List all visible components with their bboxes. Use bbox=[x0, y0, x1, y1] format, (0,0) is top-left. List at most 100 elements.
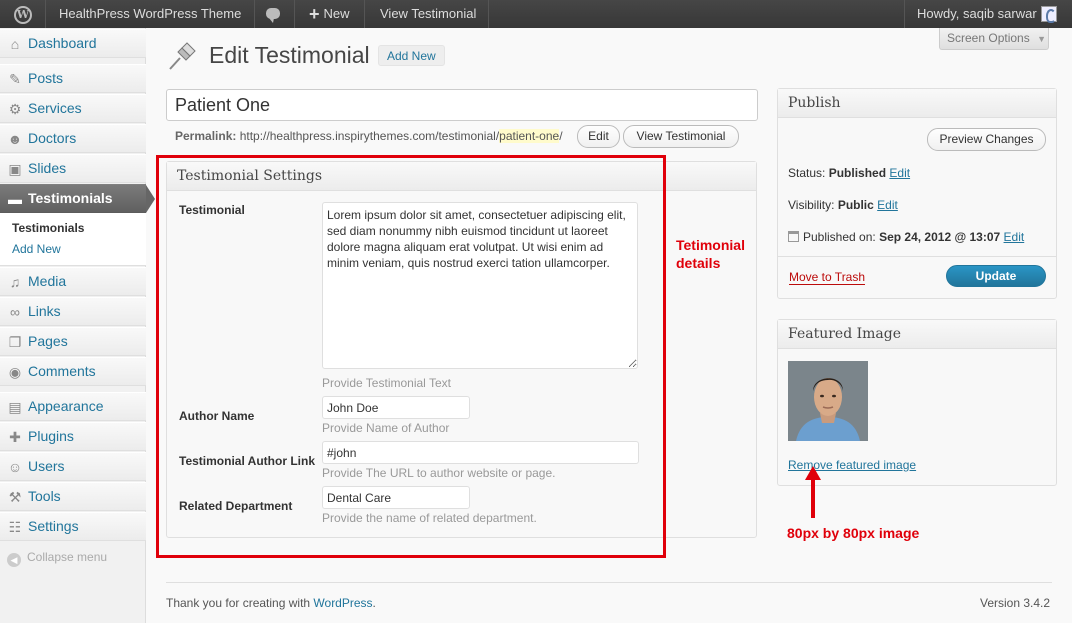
collapse-label: Collapse menu bbox=[27, 550, 108, 564]
comments-icon: ◉ bbox=[8, 364, 22, 380]
comment-bubble-icon bbox=[266, 8, 280, 23]
related-department-input[interactable] bbox=[322, 486, 470, 509]
author-name-hint: Provide Name of Author bbox=[322, 421, 450, 435]
pin-icon: ✎ bbox=[9, 71, 21, 87]
annotation-line-2: details bbox=[676, 255, 721, 271]
publish-box-title: Publish bbox=[778, 89, 1056, 118]
sidebar-item-label: Dashboard bbox=[28, 35, 97, 51]
sidebar-item-label: Posts bbox=[28, 70, 64, 86]
page-icon: ❐ bbox=[8, 334, 22, 350]
collapse-menu-button[interactable]: ◀ Collapse menu bbox=[7, 550, 107, 567]
permalink-end: / bbox=[559, 129, 563, 143]
featured-image-thumbnail[interactable] bbox=[788, 361, 868, 441]
sidebar-item-settings[interactable]: ☷ Settings bbox=[0, 512, 146, 541]
pushpin-icon bbox=[169, 42, 196, 70]
sidebar-item-label: Tools bbox=[28, 488, 61, 504]
edit-date-link[interactable]: Edit bbox=[1004, 230, 1025, 244]
permalink-row: Permalink: http://healthpress.inspirythe… bbox=[175, 129, 563, 143]
users-icon: ☻ bbox=[7, 131, 23, 147]
plus-icon: + bbox=[309, 4, 320, 24]
visibility-label: Visibility: bbox=[788, 198, 835, 212]
annotation-image-size-note: 80px by 80px image bbox=[787, 525, 920, 541]
sidebar-item-links[interactable]: ∞ Links bbox=[0, 297, 146, 326]
caret-down-icon: ▼ bbox=[1037, 34, 1046, 44]
author-name-input[interactable] bbox=[322, 396, 470, 419]
published-date-row: Published on: Sep 24, 2012 @ 13:07 Edit bbox=[788, 230, 1024, 244]
portrait-image bbox=[788, 361, 868, 441]
avatar-icon bbox=[1040, 6, 1057, 23]
sidebar-item-label: Media bbox=[28, 273, 67, 289]
published-value: Sep 24, 2012 @ 13:07 bbox=[879, 230, 1001, 244]
site-name-link[interactable]: HealthPress WordPress Theme bbox=[46, 0, 256, 28]
status-value: Published bbox=[828, 166, 887, 180]
sidebar-item-label: Services bbox=[28, 100, 82, 116]
page-title: Edit Testimonial bbox=[209, 42, 370, 68]
sidebar-item-label: Settings bbox=[28, 518, 79, 534]
footer-period: . bbox=[372, 596, 376, 610]
sidebar-item-services[interactable]: ⚙ Services bbox=[0, 94, 146, 123]
permalink-slug[interactable]: patient-one bbox=[499, 129, 560, 143]
move-to-trash-link[interactable]: Move to Trash bbox=[789, 270, 866, 285]
collapse-arrow-icon: ◀ bbox=[7, 553, 21, 567]
new-content-menu[interactable]: + New bbox=[295, 0, 365, 28]
preview-changes-button[interactable]: Preview Changes bbox=[927, 128, 1046, 151]
sidebar-item-posts[interactable]: ✎ Posts bbox=[0, 64, 146, 93]
testimonials-submenu: Testimonials Add New bbox=[0, 213, 146, 266]
comments-menu[interactable] bbox=[256, 0, 295, 28]
tools-icon: ⚒ bbox=[8, 489, 22, 505]
submenu-add-new[interactable]: Add New bbox=[12, 242, 61, 256]
screen-options-label: Screen Options bbox=[947, 31, 1030, 45]
sidebar-item-label: Appearance bbox=[28, 398, 104, 414]
sidebar-item-slides[interactable]: ▣ Slides bbox=[0, 154, 146, 183]
sidebar-item-label: Comments bbox=[28, 363, 96, 379]
link-icon: ∞ bbox=[10, 304, 20, 320]
sidebar-item-dashboard[interactable]: ⌂ Dashboard bbox=[0, 29, 146, 58]
calendar-icon bbox=[788, 231, 799, 242]
annotation-details-note: Tetimonial details bbox=[676, 236, 745, 272]
gear-icon: ⚙ bbox=[8, 101, 22, 117]
related-department-hint: Provide the name of related department. bbox=[322, 511, 537, 525]
sidebar-item-media[interactable]: ♫ Media bbox=[0, 267, 146, 296]
publish-divider bbox=[778, 256, 1056, 257]
featured-image-title: Featured Image bbox=[778, 320, 1056, 349]
visibility-row: Visibility: Public Edit bbox=[788, 198, 898, 212]
appearance-icon: ▤ bbox=[8, 399, 22, 415]
edit-status-link[interactable]: Edit bbox=[889, 166, 910, 180]
post-title-input[interactable] bbox=[166, 89, 758, 121]
sidebar-item-comments[interactable]: ◉ Comments bbox=[0, 357, 146, 386]
image-icon: ▣ bbox=[8, 161, 22, 177]
permalink-base: http://healthpress.inspirythemes.com/tes… bbox=[239, 129, 500, 143]
view-testimonial-button[interactable]: View Testimonial bbox=[623, 125, 739, 148]
update-button[interactable]: Update bbox=[946, 265, 1046, 287]
new-label: New bbox=[323, 6, 350, 21]
testimonial-textarea[interactable]: Lorem ipsum dolor sit amet, consectetuer… bbox=[322, 202, 638, 369]
sidebar-item-label: Plugins bbox=[28, 428, 74, 444]
sidebar-item-label: Slides bbox=[28, 160, 67, 176]
screen-options-button[interactable]: Screen Options ▼ bbox=[939, 28, 1049, 50]
sidebar-item-pages[interactable]: ❐ Pages bbox=[0, 327, 146, 356]
submenu-testimonials[interactable]: Testimonials bbox=[12, 221, 84, 235]
footer-divider bbox=[166, 582, 1052, 583]
author-link-input[interactable] bbox=[322, 441, 639, 464]
add-new-button[interactable]: Add New bbox=[378, 45, 445, 66]
wordpress-link[interactable]: WordPress bbox=[313, 596, 372, 610]
sidebar-item-tools[interactable]: ⚒ Tools bbox=[0, 482, 146, 511]
edit-visibility-link[interactable]: Edit bbox=[877, 198, 898, 212]
sidebar-item-appearance[interactable]: ▤ Appearance bbox=[0, 392, 146, 421]
view-testimonial-link[interactable]: View Testimonial bbox=[368, 0, 490, 28]
sidebar-item-users[interactable]: ☺ Users bbox=[0, 452, 146, 481]
wordpress-logo-menu[interactable]: W bbox=[0, 0, 46, 28]
sidebar-item-testimonials[interactable]: ▬ Testimonials bbox=[0, 184, 155, 213]
sidebar-item-doctors[interactable]: ☻ Doctors bbox=[0, 124, 146, 153]
my-account-menu[interactable]: Howdy, saqib sarwar bbox=[904, 0, 1072, 28]
author-name-label: Author Name bbox=[179, 409, 255, 423]
edit-permalink-button[interactable]: Edit bbox=[577, 125, 620, 148]
visibility-value: Public bbox=[837, 198, 874, 212]
footer-thanks: Thank you for creating with WordPress. bbox=[166, 596, 376, 610]
sidebar-item-plugins[interactable]: ✚ Plugins bbox=[0, 422, 146, 451]
status-row: Status: Published Edit bbox=[788, 166, 910, 180]
sidebar-item-label: Users bbox=[28, 458, 65, 474]
settings-box-title: Testimonial Settings bbox=[167, 162, 756, 191]
status-label: Status: bbox=[788, 166, 826, 180]
comment-icon: ▬ bbox=[8, 191, 22, 207]
